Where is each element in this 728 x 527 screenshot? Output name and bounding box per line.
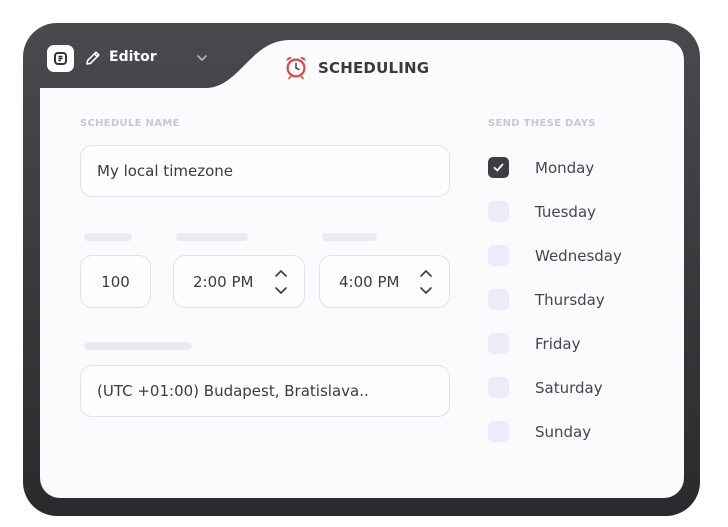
alarm-clock-icon — [286, 57, 306, 80]
start-time-stepper[interactable]: 2:00 PM — [173, 255, 305, 308]
checkbox[interactable] — [488, 201, 509, 222]
end-time-label-placeholder — [322, 233, 377, 241]
schedule-name-input[interactable] — [97, 162, 449, 180]
checkbox[interactable] — [488, 421, 509, 442]
day-option-saturday[interactable]: Saturday — [488, 377, 603, 398]
up-down-arrows-icon[interactable] — [419, 268, 433, 296]
check-icon — [493, 163, 504, 172]
quantity-field[interactable]: 100 — [80, 255, 151, 308]
checkbox[interactable] — [488, 333, 509, 354]
start-time-value: 2:00 PM — [193, 272, 254, 291]
checkbox[interactable] — [488, 377, 509, 398]
end-time-stepper[interactable]: 4:00 PM — [319, 255, 450, 308]
quantity-value: 100 — [101, 272, 130, 291]
day-label: Thursday — [535, 290, 605, 309]
app-logo-icon[interactable] — [47, 45, 74, 72]
day-label: Tuesday — [535, 202, 597, 221]
day-label: Monday — [535, 158, 595, 177]
day-label: Friday — [535, 334, 581, 353]
schedule-name-label: SCHEDULE NAME — [80, 118, 180, 129]
day-label: Wednesday — [535, 246, 622, 265]
checkbox[interactable] — [488, 289, 509, 310]
timezone-select[interactable]: (UTC +01:00) Budapest, Bratislava.. — [80, 365, 450, 417]
day-option-thursday[interactable]: Thursday — [488, 289, 605, 310]
pencil-icon — [86, 51, 100, 65]
schedule-name-field[interactable] — [80, 145, 450, 197]
day-option-friday[interactable]: Friday — [488, 333, 580, 354]
editor-menu-label[interactable]: Editor — [109, 49, 157, 65]
day-label: Saturday — [535, 378, 603, 397]
quantity-label-placeholder — [84, 233, 132, 241]
end-time-value: 4:00 PM — [339, 272, 400, 291]
timezone-label-placeholder — [84, 342, 192, 350]
tab-scheduling[interactable]: SCHEDULING — [318, 59, 429, 77]
send-days-label: SEND THESE DAYS — [488, 118, 596, 129]
day-label: Sunday — [535, 422, 592, 441]
up-down-arrows-icon[interactable] — [274, 268, 288, 296]
checkbox[interactable] — [488, 157, 509, 178]
checkbox[interactable] — [488, 245, 509, 266]
day-option-tuesday[interactable]: Tuesday — [488, 201, 596, 222]
chevron-down-icon[interactable] — [195, 52, 209, 64]
day-option-sunday[interactable]: Sunday — [488, 421, 591, 442]
day-option-monday[interactable]: Monday — [488, 157, 594, 178]
start-time-label-placeholder — [176, 233, 248, 241]
day-option-wednesday[interactable]: Wednesday — [488, 245, 622, 266]
timezone-value: (UTC +01:00) Budapest, Bratislava.. — [97, 382, 369, 400]
